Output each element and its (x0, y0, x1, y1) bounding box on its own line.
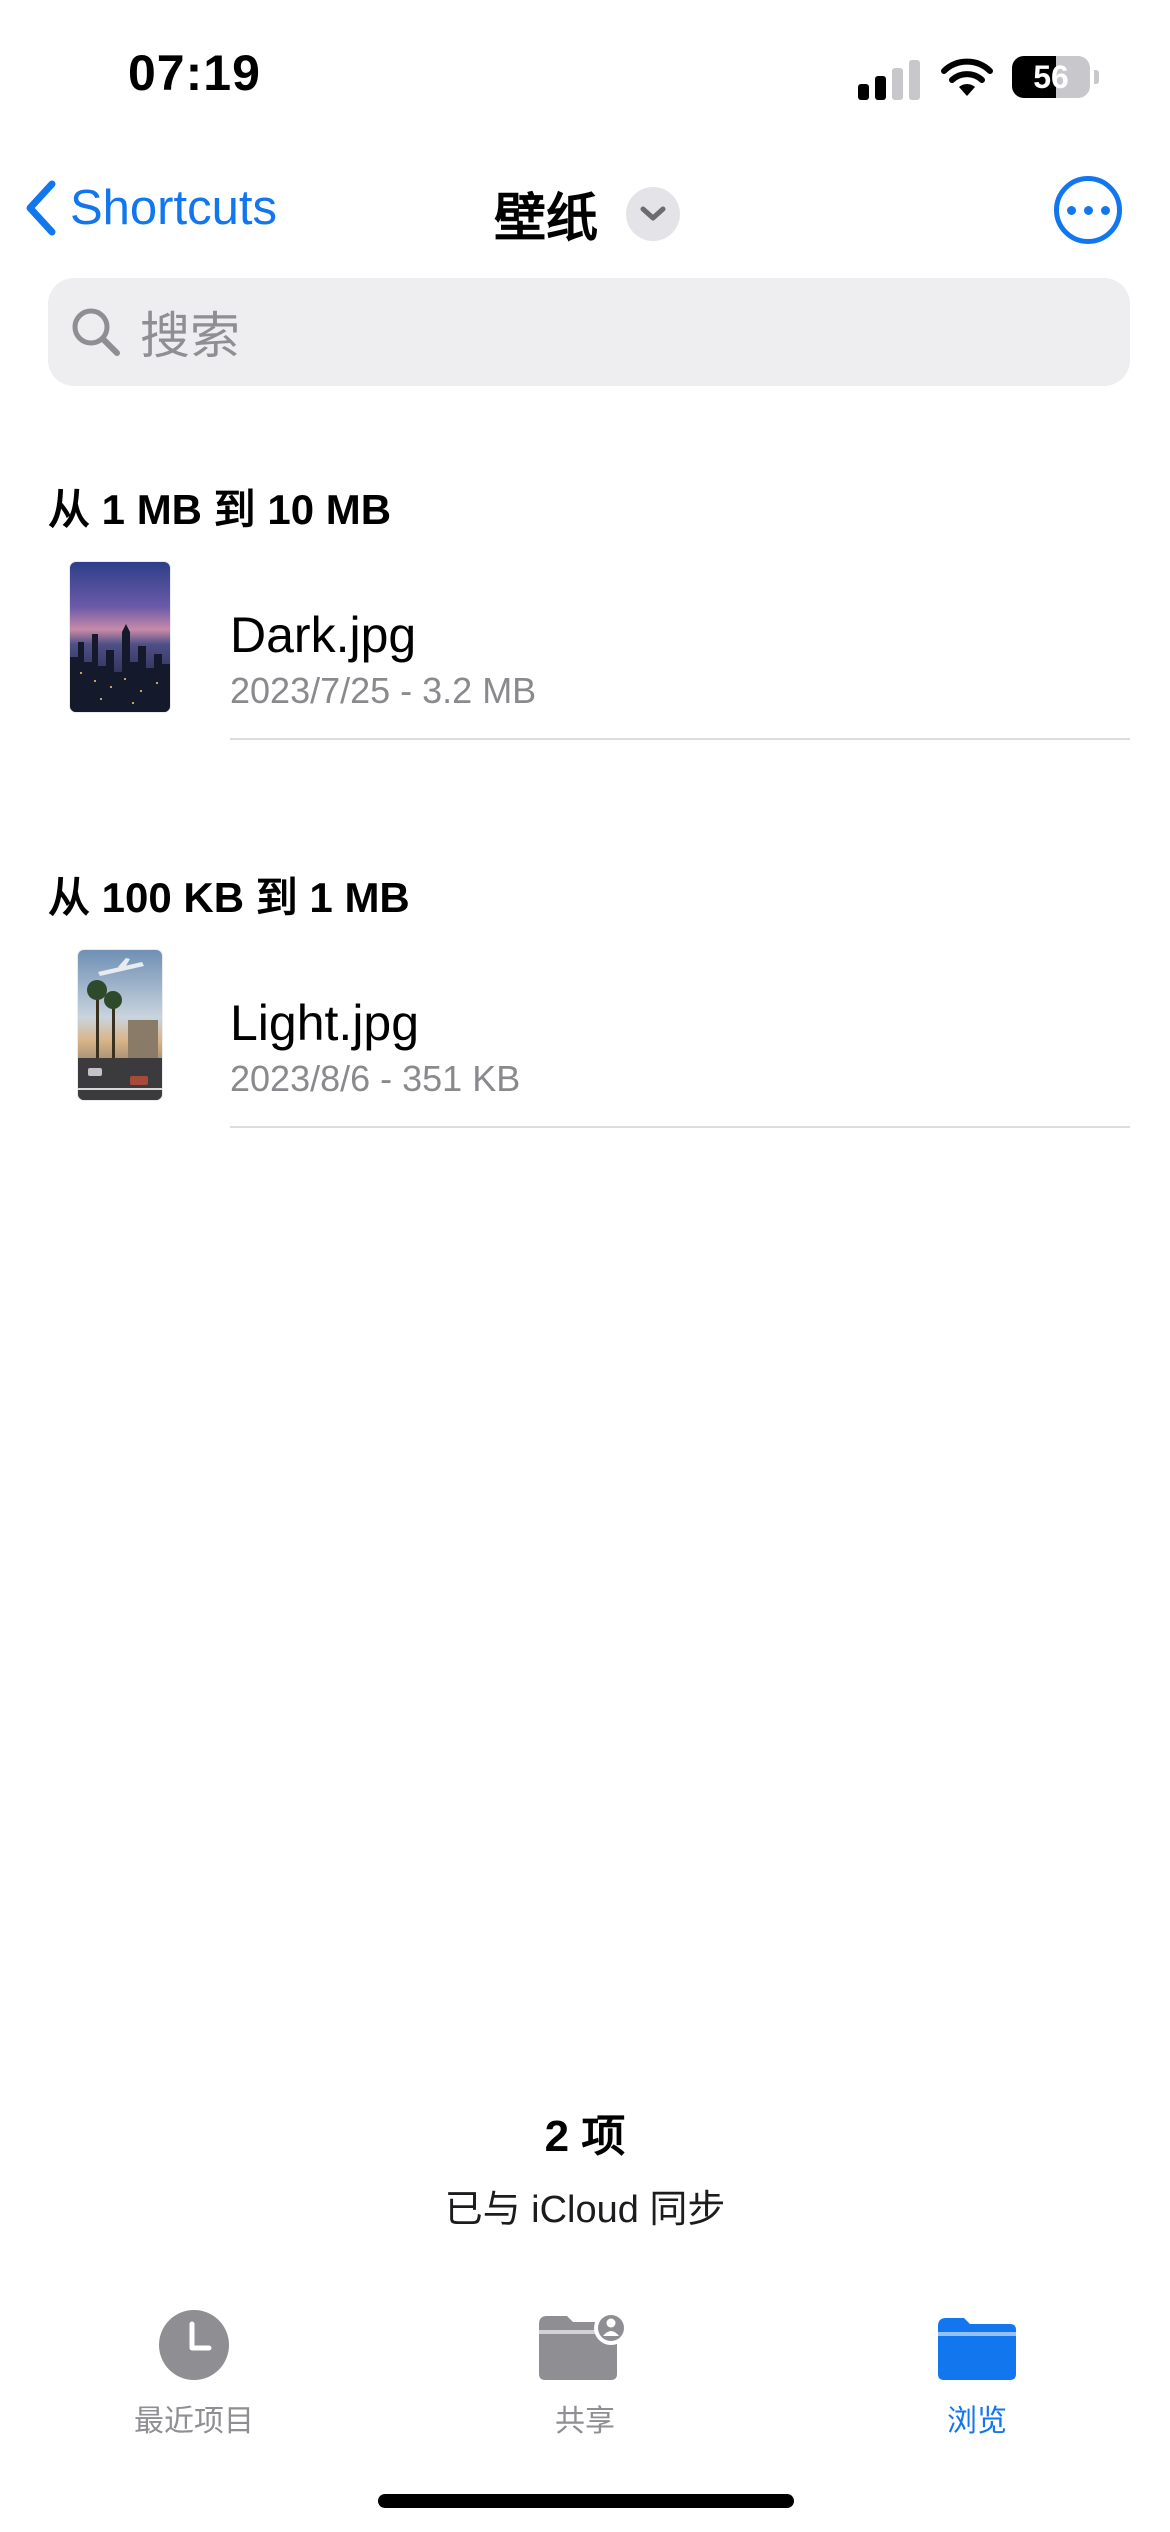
chevron-down-icon[interactable] (626, 186, 681, 241)
search-field[interactable]: 搜索 (48, 278, 1130, 386)
more-dot (1100, 205, 1110, 215)
row-divider (230, 738, 1130, 740)
more-dot (1083, 205, 1093, 215)
file-meta: 2023/7/25 - 3.2 MB (230, 670, 537, 711)
row-divider (230, 1126, 1130, 1128)
home-indicator[interactable] (378, 2494, 794, 2508)
page-title: 壁纸 (494, 190, 599, 248)
tab-label: 浏览 (947, 2405, 1007, 2438)
status-time: 07:19 (128, 45, 261, 101)
tab-browse[interactable]: 浏览 (827, 2300, 1127, 2440)
tab-label: 最近项目 (134, 2405, 254, 2438)
folder-icon (938, 2318, 1016, 2380)
file-thumbnail (78, 950, 162, 1100)
file-thumbnail (70, 562, 170, 712)
tab-shared[interactable]: 共享 (435, 2300, 735, 2440)
wifi-icon (940, 56, 994, 98)
battery-icon: 56 (1012, 56, 1099, 98)
search-placeholder: 搜索 (140, 308, 240, 364)
title-menu[interactable]: 壁纸 (494, 176, 681, 251)
cellular-signal-icon (858, 58, 922, 100)
clock-icon (159, 2310, 229, 2380)
more-options-button[interactable] (1054, 176, 1122, 244)
sync-status: 已与 iCloud 同步 (444, 2189, 726, 2231)
file-meta: 2023/8/6 - 351 KB (230, 1058, 521, 1099)
back-label: Shortcuts (70, 181, 277, 235)
item-count: 2 项 (544, 2112, 626, 2161)
search-icon (72, 308, 120, 356)
file-row-light[interactable]: Light.jpg 2023/8/6 - 351 KB (48, 950, 1130, 1128)
battery-percent: 56 (1033, 59, 1069, 95)
section-header: 从 1 MB 到 10 MB (48, 486, 392, 533)
back-button[interactable]: Shortcuts (24, 172, 277, 244)
file-name: Light.jpg (230, 995, 420, 1051)
more-dot (1066, 205, 1076, 215)
file-name: Dark.jpg (230, 607, 417, 663)
section-header: 从 100 KB 到 1 MB (48, 874, 410, 921)
chevron-left-icon (26, 180, 56, 236)
shared-folder-icon (539, 2312, 628, 2380)
file-row-dark[interactable]: Dark.jpg 2023/7/25 - 3.2 MB (48, 562, 1130, 740)
tab-label: 共享 (555, 2405, 615, 2438)
tab-recents[interactable]: 最近项目 (44, 2300, 344, 2440)
